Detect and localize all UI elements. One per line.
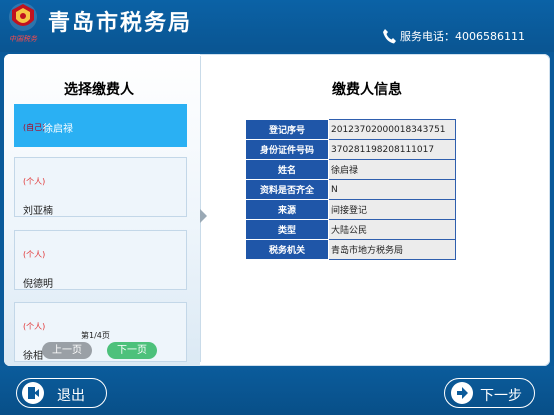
info-value: 间接登记 [328,199,456,220]
info-key: 登记序号 [245,119,329,140]
payer-card-selected[interactable]: (自己) 徐启禄 [14,104,187,147]
prev-page-button[interactable]: 上一页 [42,342,92,359]
arrow-right-icon [200,209,207,223]
exit-button[interactable]: 退出 [16,378,107,408]
info-key: 身份证件号码 [245,139,329,160]
tax-emblem-icon [9,3,37,31]
payer-info-table: 登记序号 20123702000018343751 身份证件号码 3702811… [245,119,456,260]
info-key: 来源 [245,199,329,220]
next-step-button[interactable]: 下一步 [444,378,535,408]
info-key: 税务机关 [245,239,329,260]
table-row: 姓名 徐启禄 [245,159,456,180]
table-row: 资料是否齐全 N [245,179,456,200]
payer-info-title: 缴费人信息 [332,82,402,98]
info-value: N [328,179,456,200]
payer-name: 倪德明 [23,279,53,290]
arrow-right-circle-icon [451,382,473,404]
info-value: 370281198208111017 [328,139,456,160]
payer-list-title: 选择缴费人 [64,82,134,98]
payer-card[interactable]: (个人) 倪德明 [14,230,187,290]
emblem-text: 中国税务 [9,35,37,43]
payer-card[interactable]: (个人) 刘亚楠 [14,157,187,217]
info-key: 类型 [245,219,329,240]
exit-icon [22,382,44,404]
header-bar: 中国税务 青岛市税务局 服务电话：4006586111 [0,0,554,52]
payer-type: (个人) [23,322,46,331]
table-row: 登记序号 20123702000018343751 [245,119,456,140]
exit-label: 退出 [57,388,85,404]
payer-name: 徐启禄 [43,124,73,135]
payer-name: 刘亚楠 [23,206,53,217]
info-key: 姓名 [245,159,329,180]
payer-type: (个人) [23,177,46,186]
phone-icon [383,29,396,44]
app-title: 青岛市税务局 [48,11,193,36]
table-row: 身份证件号码 370281198208111017 [245,139,456,160]
payer-name: 徐相 [23,351,43,362]
next-step-label: 下一步 [480,388,522,404]
table-row: 来源 间接登记 [245,199,456,220]
info-value: 大陆公民 [328,219,456,240]
payer-type: (自己) [23,123,46,132]
page-indicator: 第1/4页 [81,331,110,340]
info-key: 资料是否齐全 [245,179,329,200]
info-value: 徐启禄 [328,159,456,180]
payer-type: (个人) [23,250,46,259]
next-page-button[interactable]: 下一页 [107,342,157,359]
info-value: 青岛市地方税务局 [328,239,456,260]
table-row: 税务机关 青岛市地方税务局 [245,239,456,260]
table-row: 类型 大陆公民 [245,219,456,240]
service-hotline: 服务电话：4006586111 [400,30,525,43]
info-value: 20123702000018343751 [328,119,456,140]
